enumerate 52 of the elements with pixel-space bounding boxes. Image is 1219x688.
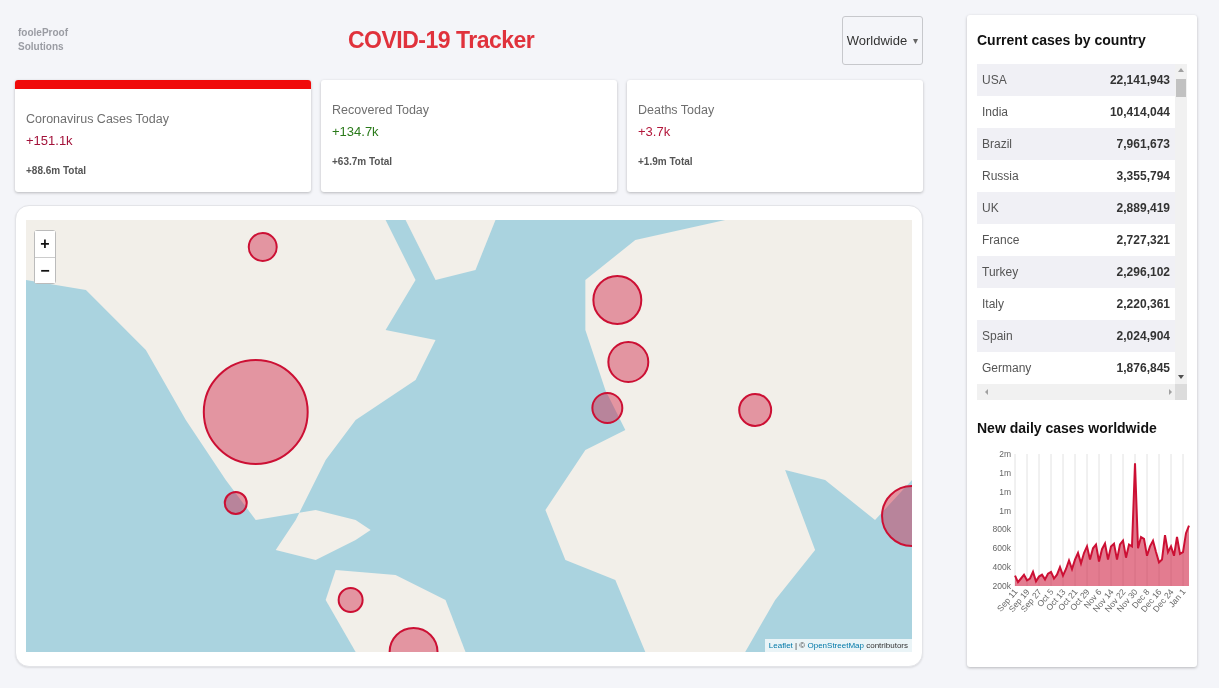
cases-cell: 2,889,419 bbox=[1116, 201, 1170, 215]
logo-text: fooleProof bbox=[18, 26, 69, 40]
y-tick-label: 400k bbox=[992, 562, 1011, 573]
country-cell: Spain bbox=[982, 329, 1013, 343]
cases-cell: 2,024,904 bbox=[1116, 329, 1170, 343]
country-cell: Turkey bbox=[982, 265, 1019, 279]
cases-cell: 3,355,794 bbox=[1116, 169, 1170, 183]
stat-title: Coronavirus Cases Today bbox=[26, 112, 170, 126]
y-tick-label: 800k bbox=[992, 524, 1011, 535]
y-tick-label: 1m bbox=[999, 505, 1011, 516]
stat-total: +1.9m Total bbox=[638, 156, 694, 167]
attribution-link[interactable]: Leaflet bbox=[768, 641, 793, 650]
app-title: COVID-19 Tracker bbox=[348, 26, 536, 54]
stat-title: Recovered Today bbox=[332, 103, 431, 117]
stat-title: Deaths Today bbox=[638, 103, 716, 117]
map-attribution: Leaflet | © OpenStreetMap contributors bbox=[764, 639, 912, 652]
region-dropdown[interactable]: Worldwide ▾ bbox=[842, 15, 923, 65]
y-tick-label: 1m bbox=[999, 486, 1011, 497]
stat-value: +134.7k bbox=[332, 124, 380, 139]
stat-card[interactable]: Deaths Today +3.7k +1.9m Total bbox=[627, 80, 923, 192]
cases-cell: 2,296,102 bbox=[1116, 265, 1170, 279]
country-cell: Italy bbox=[982, 297, 1004, 311]
y-tick-label: 2m bbox=[999, 449, 1011, 459]
country-cell: USA bbox=[982, 73, 1007, 87]
cases-cell: 1,876,845 bbox=[1116, 361, 1170, 375]
logo-text: Solutions bbox=[18, 40, 65, 54]
zoom-out-button[interactable]: − bbox=[35, 257, 55, 283]
country-cell: UK bbox=[982, 201, 999, 215]
stat-total: +63.7m Total bbox=[332, 156, 394, 167]
chart-title: New daily cases worldwide bbox=[977, 420, 1158, 436]
stat-value: +151.1k bbox=[26, 133, 74, 148]
stat-card[interactable]: Recovered Today +134.7k +63.7m Total bbox=[321, 80, 617, 192]
country-cell: Germany bbox=[982, 361, 1032, 375]
country-cell: India bbox=[982, 105, 1009, 119]
stat-value: +3.7k bbox=[638, 124, 672, 139]
cases-cell: 2,220,361 bbox=[1116, 297, 1170, 311]
y-tick-label: 1m bbox=[999, 467, 1011, 478]
cases-cell: 2,727,321 bbox=[1116, 233, 1170, 247]
cases-cell: 7,961,673 bbox=[1116, 137, 1170, 151]
cases-cell: 10,414,044 bbox=[1109, 105, 1170, 119]
vertical-scrollbar[interactable] bbox=[1175, 64, 1187, 384]
attribution-link[interactable]: OpenStreetMap bbox=[807, 641, 864, 650]
stat-total: +88.6m Total bbox=[26, 165, 88, 176]
stat-card[interactable]: Coronavirus Cases Today +151.1k +88.6m Total bbox=[15, 80, 311, 192]
y-tick-label: 200k bbox=[992, 581, 1011, 591]
table-title: Current cases by country bbox=[977, 32, 1147, 48]
country-cell: Russia bbox=[982, 169, 1019, 183]
horizontal-scrollbar[interactable] bbox=[977, 384, 1187, 400]
country-cell: Brazil bbox=[982, 137, 1012, 151]
country-cell: France bbox=[982, 233, 1020, 247]
y-tick-label: 600k bbox=[992, 543, 1011, 554]
cases-cell: 22,141,943 bbox=[1109, 73, 1170, 87]
